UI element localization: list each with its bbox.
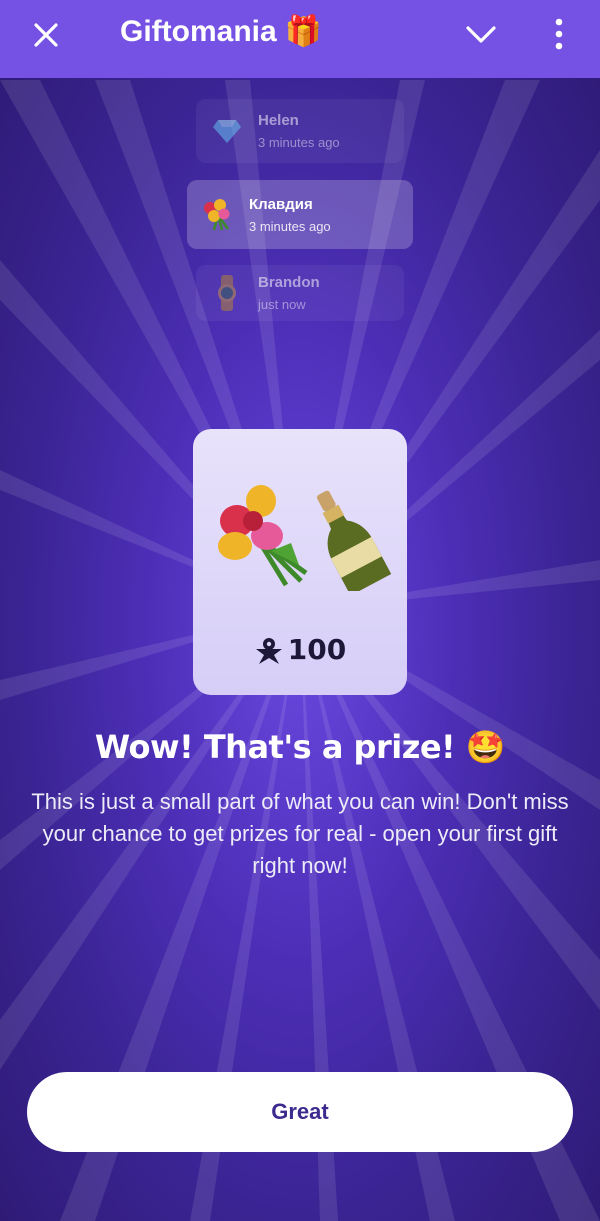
app-header: Giftomania 🎁	[0, 0, 600, 78]
winner-name: Brandon	[258, 274, 320, 291]
winner-time: 3 minutes ago	[258, 135, 340, 150]
winner-feed-item: Клавдия 3 minutes ago	[187, 180, 413, 249]
close-icon[interactable]	[30, 19, 62, 51]
app-title-text: Giftomania	[120, 14, 277, 48]
prize-card: 100	[193, 429, 407, 695]
prize-amount: 100	[193, 633, 407, 666]
chevron-down-icon[interactable]	[462, 20, 500, 50]
description: This is just a small part of what you ca…	[31, 789, 569, 878]
winner-name: Helen	[258, 112, 299, 129]
winner-feed-item: Brandon just now	[196, 265, 404, 321]
app-title: Giftomania 🎁	[120, 14, 322, 49]
headline: Wow! That's a prize! 🤩	[94, 728, 506, 766]
flowers-icon	[199, 196, 237, 234]
winner-time: 3 minutes ago	[249, 218, 331, 234]
prize-amount-value: 100	[287, 633, 347, 666]
flowers-icon	[218, 485, 308, 587]
watch-icon	[208, 274, 246, 312]
champagne-icon	[316, 490, 391, 591]
winner-name: Клавдия	[249, 195, 313, 213]
more-vertical-icon[interactable]	[548, 14, 570, 54]
star-coin-icon	[255, 637, 282, 664]
winner-time: just now	[258, 297, 306, 312]
prize-art	[218, 485, 391, 591]
diamond-icon	[208, 112, 246, 150]
gift-icon: 🎁	[284, 15, 323, 48]
great-button[interactable]: Great	[27, 1072, 573, 1152]
winner-feed-item: Helen 3 minutes ago	[196, 99, 404, 163]
